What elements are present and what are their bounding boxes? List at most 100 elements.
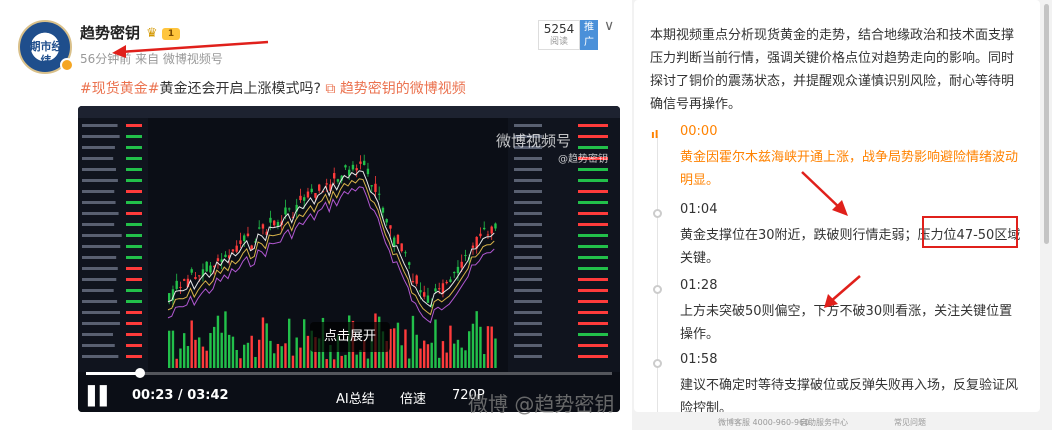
scrollbar-thumb[interactable] xyxy=(1044,4,1049,244)
post-title: #现货黄金#黄金还会开启上涨模式吗? ⧉ 趋势密钥的微博视频 xyxy=(80,78,466,98)
annotation-box xyxy=(922,216,1018,248)
volume-bar xyxy=(306,335,310,368)
entry-text: 建议不确定时等待支撑破位或反弹失败再入场，反复验证风险控制。 xyxy=(680,378,1019,412)
volume-bar xyxy=(303,319,306,368)
video-player[interactable]: 微博视频号 @趋势密钥 点击展开 ▌▌ 00:23 / 03:42 AI总结 倍… xyxy=(78,106,620,412)
topic-hashtag[interactable]: #现货黄金# xyxy=(80,81,159,97)
quote-row xyxy=(82,201,116,204)
entry-time: 01:58 xyxy=(680,352,718,367)
timeline-dot-icon xyxy=(653,209,662,218)
order-row xyxy=(514,212,542,215)
candle xyxy=(363,160,366,165)
order-row xyxy=(514,344,542,347)
volume-bar xyxy=(265,323,268,368)
speed-button[interactable]: 倍速 xyxy=(400,388,426,407)
candle xyxy=(190,269,193,273)
pause-icon[interactable]: ▌▌ xyxy=(88,386,114,407)
weibo-post-card: 期市经纬 趋势密钥 ♛ 1 56分钟前 来自 微博视频号 #现货黄金#黄金还会开… xyxy=(0,0,632,430)
candle xyxy=(471,245,475,248)
quote-change xyxy=(126,256,142,259)
volume-bar xyxy=(273,353,276,368)
volume-bar xyxy=(456,339,460,368)
volume-bar xyxy=(224,311,227,368)
volume-bar xyxy=(411,315,415,368)
entry-time: 00:00 xyxy=(680,124,718,139)
order-row xyxy=(514,124,542,127)
quote-change xyxy=(126,179,142,182)
ai-summary-button[interactable]: AI总结 xyxy=(336,388,375,407)
quote-row xyxy=(82,355,119,358)
footer-hotline[interactable]: 微博客服 4000-960-960 xyxy=(718,417,809,428)
order-row xyxy=(514,179,542,182)
order-row xyxy=(514,300,542,303)
candle xyxy=(288,208,291,210)
order-row xyxy=(514,289,542,292)
chevron-down-icon[interactable]: ∨ xyxy=(604,18,614,34)
ai-summary-panel: 本期视频重点分析现货黄金的走势，结合地缘政治和技术面支撑压力判断当前行情，强调关… xyxy=(634,0,1040,412)
quote-row xyxy=(82,212,119,215)
volume-bar xyxy=(288,318,291,368)
quote-row xyxy=(82,223,115,226)
read-label: 阅读 xyxy=(549,37,568,47)
candle xyxy=(235,245,238,252)
entry-time: 01:28 xyxy=(680,278,718,293)
candle xyxy=(404,252,407,254)
quote-change xyxy=(126,267,142,270)
quote-change xyxy=(126,311,142,314)
order-value xyxy=(578,289,608,292)
volume-bar xyxy=(228,334,231,368)
progress-bar[interactable] xyxy=(86,368,612,378)
promote-button[interactable]: 推广 xyxy=(580,20,598,50)
volume-bar xyxy=(490,326,493,368)
video-link[interactable]: ⧉ 趋势密钥的微博视频 xyxy=(325,81,465,97)
candle xyxy=(261,224,265,229)
username[interactable]: 趋势密钥 xyxy=(80,22,140,43)
candle xyxy=(250,245,253,250)
verified-badge-icon xyxy=(60,58,74,72)
duration: 03:42 xyxy=(187,388,229,403)
order-value xyxy=(578,267,608,270)
quote-change xyxy=(126,322,142,325)
candle xyxy=(408,262,411,265)
weibo-watermark: 微博 @趋势密钥 xyxy=(468,392,615,416)
candle xyxy=(396,234,400,244)
playing-bars-icon: ıl xyxy=(651,128,659,141)
candle xyxy=(224,254,227,258)
volume-bar xyxy=(239,358,242,368)
footer-help[interactable]: 自助服务中心 xyxy=(800,417,848,428)
volume-bar xyxy=(483,354,486,368)
quote-row xyxy=(82,146,115,149)
quote-change xyxy=(126,234,142,237)
expand-button[interactable]: 点击展开 xyxy=(310,322,390,352)
entry-time: 01:04 xyxy=(680,202,718,217)
order-value xyxy=(578,212,608,215)
quote-row xyxy=(82,157,114,160)
quote-change xyxy=(126,300,142,303)
volume-bar xyxy=(216,315,220,368)
volume-bar xyxy=(415,334,418,368)
post-text: 黄金还会开启上涨模式吗? xyxy=(159,81,321,97)
volume-bar xyxy=(183,333,186,368)
candle xyxy=(205,261,208,272)
candle xyxy=(325,183,328,185)
order-value xyxy=(578,344,608,347)
volume-bar xyxy=(186,346,190,368)
quote-change xyxy=(126,124,142,127)
order-value xyxy=(578,179,608,182)
order-value xyxy=(578,223,608,226)
candle xyxy=(494,223,497,229)
order-value xyxy=(578,234,608,237)
order-value xyxy=(578,256,608,259)
post-meta[interactable]: 56分钟前 来自 微博视频号 xyxy=(80,50,223,67)
volume-bar xyxy=(400,345,403,368)
volume-bar xyxy=(254,356,257,368)
candle xyxy=(374,183,377,192)
footer-faq[interactable]: 常见问题 xyxy=(894,417,926,428)
volume-bar xyxy=(344,354,347,368)
candle xyxy=(299,195,302,201)
volume-bar xyxy=(194,339,197,368)
volume-bar xyxy=(299,347,302,368)
order-row xyxy=(514,256,542,259)
volume-bar xyxy=(171,330,175,368)
scrollbar[interactable] xyxy=(1041,0,1051,412)
